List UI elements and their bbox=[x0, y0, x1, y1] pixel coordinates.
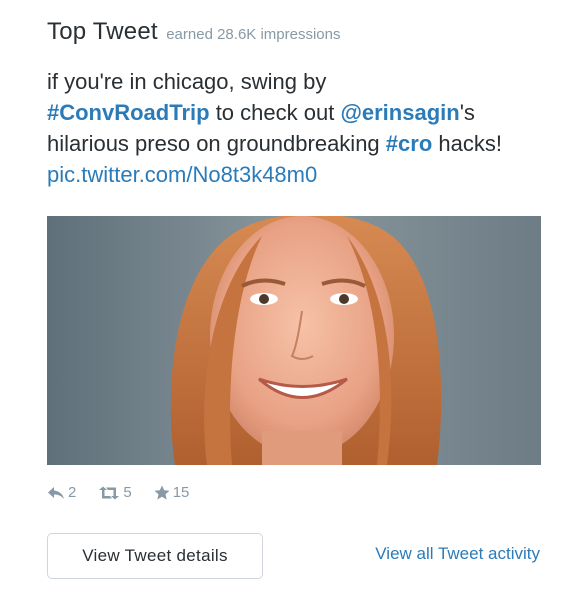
tweet-photo[interactable] bbox=[47, 216, 541, 465]
favorite-count: 15 bbox=[172, 484, 190, 501]
view-tweet-details-button[interactable]: View Tweet details bbox=[47, 533, 263, 579]
card-header: Top Tweet earned 28.6K impressions bbox=[47, 18, 340, 46]
favorite-stat[interactable]: 15 bbox=[154, 484, 190, 501]
reply-icon bbox=[48, 486, 64, 499]
retweet-stat[interactable]: 5 bbox=[98, 484, 132, 501]
impressions-text: earned 28.6K impressions bbox=[166, 26, 341, 43]
view-all-tweet-activity-link[interactable]: View all Tweet activity bbox=[375, 544, 540, 564]
tweet-stats: 2 5 15 bbox=[47, 484, 211, 501]
tweet-text-part: hacks! bbox=[432, 131, 502, 156]
tweet-text-part: if you're in chicago, swing by bbox=[47, 69, 327, 94]
reply-stat[interactable]: 2 bbox=[47, 484, 76, 501]
portrait-photo-icon bbox=[47, 216, 541, 465]
tweet-text: if you're in chicago, swing by #ConvRoad… bbox=[47, 66, 547, 190]
retweet-count: 5 bbox=[123, 484, 132, 501]
hashtag-cro-link[interactable]: #cro bbox=[386, 131, 432, 156]
mention-erinsagin-link[interactable]: @erinsagin bbox=[340, 100, 459, 125]
tweet-text-part: to check out bbox=[209, 100, 341, 125]
pic-twitter-link[interactable]: pic.twitter.com/No8t3k48m0 bbox=[47, 162, 317, 187]
reply-count: 2 bbox=[68, 484, 77, 501]
hashtag-convroadtrip-link[interactable]: #ConvRoadTrip bbox=[47, 100, 210, 125]
retweet-icon bbox=[99, 486, 120, 499]
star-icon bbox=[154, 485, 170, 500]
top-tweet-card: Top Tweet earned 28.6K impressions if yo… bbox=[0, 0, 573, 610]
card-title: Top Tweet bbox=[47, 18, 158, 45]
